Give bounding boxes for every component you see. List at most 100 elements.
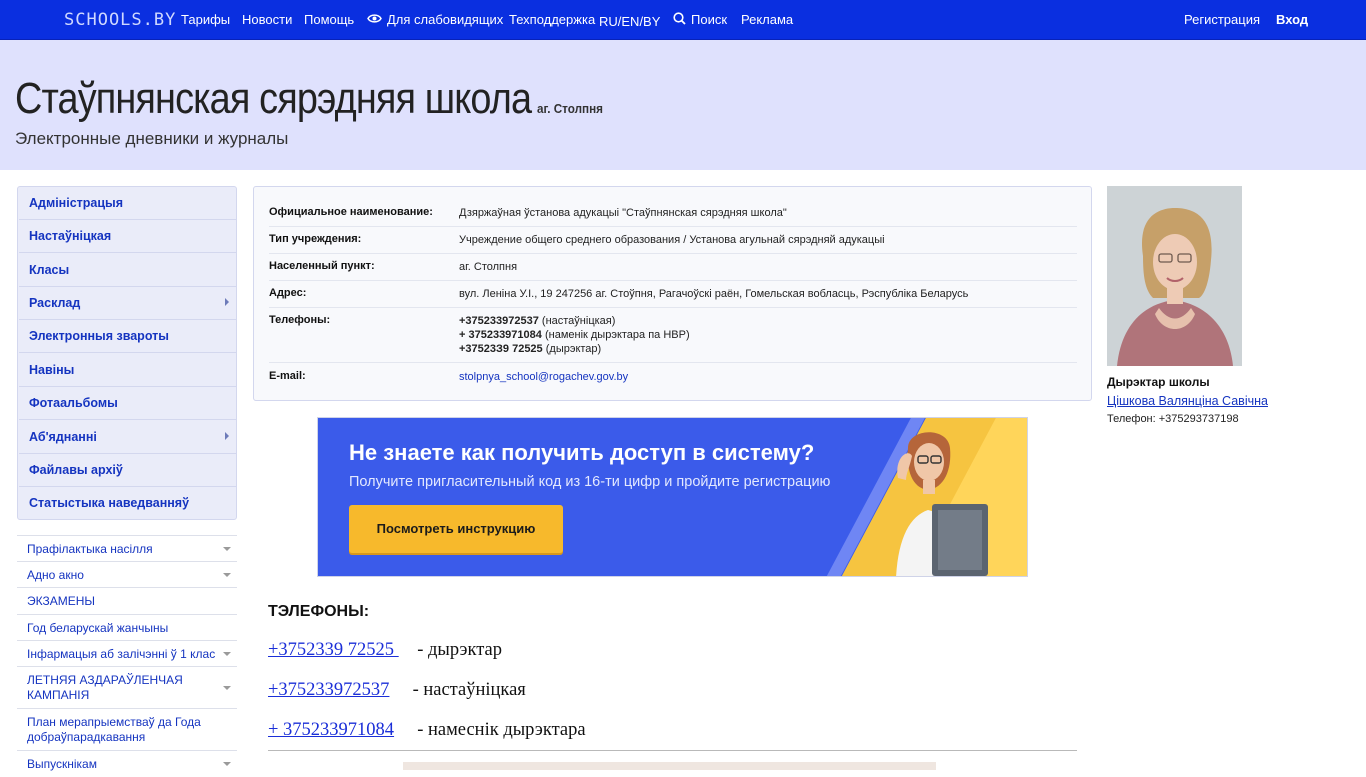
search-icon bbox=[673, 11, 686, 28]
phone-line-director: +3752339 72525 - дырэктар bbox=[268, 640, 502, 661]
info-value: Дзяржаўная ўстанова адукацыі "Стаўпнянск… bbox=[459, 207, 787, 219]
email-link[interactable]: stolpnya_school@rogachev.gov.by bbox=[459, 371, 628, 383]
nav-news[interactable]: Новости bbox=[242, 12, 292, 27]
sidebar-page-year-of-woman[interactable]: Год беларускай жанчыны bbox=[17, 614, 237, 641]
sidebar-page-graduates[interactable]: Выпускнікам bbox=[17, 750, 237, 777]
sidebar-page-label: Выпускнікам bbox=[27, 757, 97, 771]
sidebar-item-administration[interactable]: Адміністрацыя bbox=[19, 187, 237, 220]
phone-entry: +375233972537 (настаўніцкая) bbox=[459, 314, 690, 328]
site-subtitle: Электронные дневники и журналы bbox=[15, 129, 289, 148]
sidebar-item-visit-stats[interactable]: Статыстыка наведванняў bbox=[19, 487, 237, 520]
sidebar-item-schedule[interactable]: Расклад bbox=[19, 287, 237, 320]
nav-search-label: Поиск bbox=[691, 12, 728, 27]
sidebar-page-one-window[interactable]: Адно акно bbox=[17, 561, 237, 588]
chevron-right-icon bbox=[225, 432, 229, 440]
nav-support[interactable]: Техподдержка bbox=[509, 12, 595, 27]
chevron-right-icon bbox=[225, 298, 229, 306]
sidebar-item-file-archive[interactable]: Файлавы архіў bbox=[19, 454, 237, 487]
info-row-type: Тип учреждения: Учреждение общего средне… bbox=[269, 233, 1077, 254]
sidebar-item-appeals[interactable]: Электронныя звароты bbox=[19, 320, 237, 353]
info-value: +375233972537 (настаўніцкая) + 375233971… bbox=[459, 314, 690, 356]
info-label: Тип учреждения: bbox=[269, 233, 362, 245]
sidebar-page-label: ЭКЗАМЕНЫ bbox=[27, 594, 96, 608]
sidebar-page-label: Прафілактыка насілля bbox=[27, 542, 153, 556]
sidebar-item-label: Расклад bbox=[29, 296, 81, 310]
phone-entry: + 375233971084 (наменік дырэктара па НВР… bbox=[459, 328, 690, 342]
eye-icon bbox=[367, 12, 382, 27]
sidebar-item-classes[interactable]: Класы bbox=[19, 254, 237, 287]
sidebar-item-label: Настаўніцкая bbox=[29, 229, 112, 243]
info-row-address: Адрес: вул. Леніна У.І., 19 247256 аг. С… bbox=[269, 287, 1077, 308]
nav-tariffs[interactable]: Тарифы bbox=[181, 12, 230, 27]
sidebar-item-label: Файлавы архіў bbox=[29, 463, 123, 477]
banner-subtitle: Получите пригласительный код из 16-ти ци… bbox=[349, 474, 831, 490]
phone-line-deputy: + 375233971084 - намеснік дырэктара bbox=[268, 720, 586, 741]
sidebar-page-label: Адно акно bbox=[27, 568, 84, 582]
phone-role: - дырэктар bbox=[417, 640, 502, 660]
caret-down-icon bbox=[223, 573, 231, 577]
banner-title: Не знаете как получить доступ в систему? bbox=[349, 440, 815, 465]
sidebar-page-violence-prevention[interactable]: Прафілактыка насілля bbox=[17, 535, 237, 562]
sidebar-page-label: Інфармацыя аб залічэнні ў 1 клас bbox=[27, 647, 216, 661]
sidebar-item-news[interactable]: Навіны bbox=[19, 354, 237, 387]
sidebar-item-label: Навіны bbox=[29, 363, 75, 377]
access-instructions-banner[interactable]: Не знаете как получить доступ в систему?… bbox=[317, 417, 1028, 577]
register-link[interactable]: Регистрация bbox=[1184, 12, 1260, 27]
phone-number: +375233972537 bbox=[459, 315, 539, 327]
nav-ads[interactable]: Реклама bbox=[741, 12, 793, 27]
sidebar-page-first-grade-enrollment[interactable]: Інфармацыя аб залічэнні ў 1 клас bbox=[17, 640, 237, 667]
site-logo[interactable]: SCHOOLS.BY bbox=[64, 10, 176, 30]
login-link[interactable]: Вход bbox=[1276, 12, 1308, 27]
info-row-email: E-mail: stolpnya_school@rogachev.gov.by bbox=[269, 370, 1077, 390]
info-value: вул. Леніна У.І., 19 247256 аг. Стоўпня,… bbox=[459, 288, 969, 300]
section-divider bbox=[268, 750, 1077, 751]
sidebar-page-summer-campaign[interactable]: ЛЕТНЯЯ АЗДАРАЎЛЕНЧАЯ КАМПАНІЯ bbox=[17, 666, 237, 709]
view-instructions-button[interactable]: Посмотреть инструкцию bbox=[349, 505, 563, 553]
school-locality: аг. Столпня bbox=[537, 101, 603, 116]
sidebar-item-label: Фотаальбомы bbox=[29, 396, 118, 410]
caret-down-icon bbox=[223, 547, 231, 551]
sidebar-item-label: Статыстыка наведванняў bbox=[29, 496, 190, 510]
school-info-card: Официальное наименование: Дзяржаўная ўст… bbox=[253, 186, 1092, 401]
sidebar-item-associations[interactable]: Аб'яднанні bbox=[19, 421, 237, 454]
info-label: Телефоны: bbox=[269, 314, 331, 326]
phone-note: (дырэктар) bbox=[545, 343, 602, 355]
phone-link[interactable]: +3752339 72525 bbox=[268, 640, 399, 660]
phone-note: (наменік дырэктара па НВР) bbox=[544, 329, 690, 341]
nav-search[interactable]: Поиск bbox=[673, 11, 728, 28]
nav-help[interactable]: Помощь bbox=[304, 12, 354, 27]
director-name-link[interactable]: Цішкова Валянціна Савічна bbox=[1107, 394, 1268, 408]
caret-down-icon bbox=[223, 652, 231, 656]
director-photo[interactable] bbox=[1107, 186, 1242, 366]
caret-down-icon bbox=[223, 686, 231, 690]
sidebar-item-label: Адміністрацыя bbox=[29, 196, 124, 210]
info-label: Адрес: bbox=[269, 287, 307, 299]
sidebar-item-label: Аб'яднанні bbox=[29, 430, 97, 444]
sidebar-item-photo-albums[interactable]: Фотаальбомы bbox=[19, 387, 237, 420]
phone-line-teachers-room: +375233972537 - настаўніцкая bbox=[268, 680, 526, 701]
content-image bbox=[403, 762, 936, 770]
info-value: аг. Столпня bbox=[459, 261, 518, 273]
phones-heading: ТЭЛЕФОНЫ: bbox=[268, 603, 370, 620]
phone-link[interactable]: + 375233971084 bbox=[268, 720, 394, 740]
sidebar-item-teachers[interactable]: Настаўніцкая bbox=[19, 220, 237, 253]
sidebar-page-exams[interactable]: ЭКЗАМЕНЫ bbox=[17, 587, 237, 614]
nav-language-switch[interactable]: RU/EN/BY bbox=[599, 14, 660, 29]
nav-low-vision-label: Для слабовидящих bbox=[387, 12, 504, 27]
sidebar-page-label: ЛЕТНЯЯ АЗДАРАЎЛЕНЧАЯ КАМПАНІЯ bbox=[27, 673, 183, 702]
director-phone: Телефон: +375293737198 bbox=[1107, 413, 1239, 425]
phone-role: - настаўніцкая bbox=[412, 680, 526, 700]
school-title: Стаўпнянская сярэдняя школа bbox=[15, 74, 532, 123]
info-value: Учреждение общего среднего образования /… bbox=[459, 234, 885, 246]
phone-number: + 375233971084 bbox=[459, 329, 542, 341]
sidebar-item-label: Класы bbox=[29, 263, 70, 277]
sidebar-item-label: Электронныя звароты bbox=[29, 329, 169, 343]
sidebar-page-label: План мерапрыемстваў да Года добраўпарадк… bbox=[27, 715, 201, 744]
phone-entry: +37523З9 72525 (дырэктар) bbox=[459, 342, 690, 356]
nav-low-vision[interactable]: Для слабовидящих bbox=[367, 12, 503, 27]
sidebar-page-improvement-plan[interactable]: План мерапрыемстваў да Года добраўпарадк… bbox=[17, 708, 237, 751]
thinking-woman-illustration bbox=[896, 432, 988, 576]
phone-link[interactable]: +375233972537 bbox=[268, 680, 389, 700]
phone-note: (настаўніцкая) bbox=[541, 315, 616, 327]
director-role: Дырэктар школы bbox=[1107, 375, 1210, 389]
